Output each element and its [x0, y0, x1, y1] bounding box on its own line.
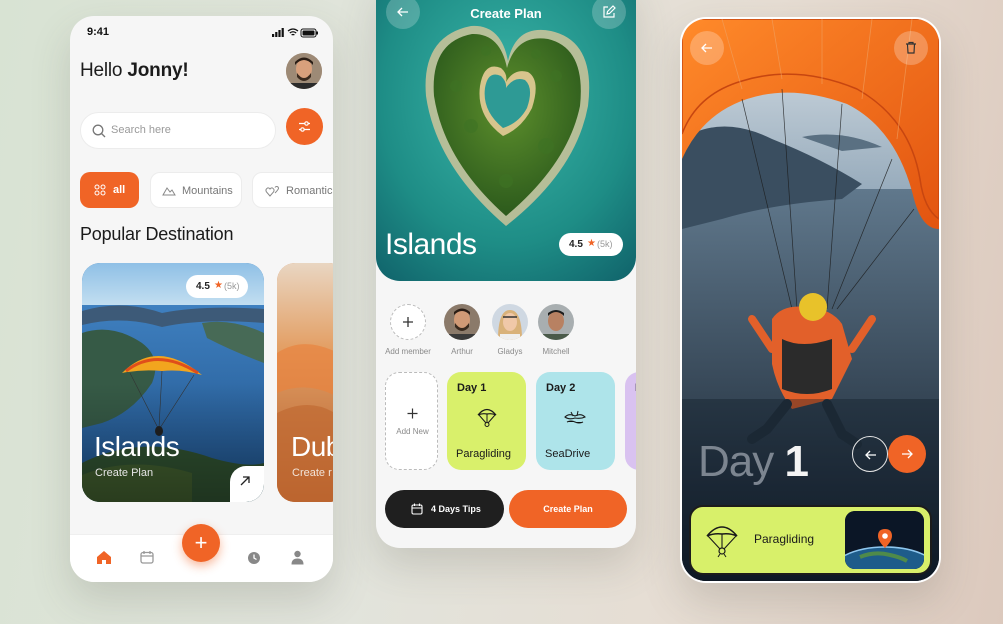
card-subtitle: Create r: [292, 467, 332, 479]
back-button[interactable]: [690, 31, 724, 65]
day-detail-screen: Day 1 Paragliding: [680, 17, 941, 583]
search-input[interactable]: Search here: [80, 112, 276, 149]
next-day-button[interactable]: [888, 435, 926, 473]
prev-day-button[interactable]: [852, 436, 888, 472]
trash-icon: [906, 41, 916, 54]
member-label: Add member: [385, 347, 431, 356]
calendar-icon: [411, 503, 423, 515]
star-icon: ★: [214, 280, 223, 291]
tips-button[interactable]: 4 Days Tips: [385, 490, 504, 528]
paraglider-image: [682, 19, 939, 581]
delete-button[interactable]: [894, 31, 928, 65]
hero-title: Islands: [385, 228, 477, 261]
plus-icon: [407, 408, 418, 419]
day-card-1[interactable]: Day 1 Paragliding: [447, 372, 526, 470]
home-screen: 9:41 Hello Jonny! Search here all Mounta…: [70, 16, 333, 582]
member-label: Mitchell: [542, 347, 570, 356]
globe-image: [845, 511, 924, 569]
arrow-right-icon: [902, 449, 913, 459]
home-icon[interactable]: [96, 550, 112, 565]
search-placeholder: Search here: [111, 124, 171, 136]
create-plan-button[interactable]: Create Plan: [509, 490, 627, 528]
rating-badge: 4.5 ★ (5k): [559, 233, 623, 256]
member-avatar-gladys[interactable]: [492, 304, 528, 340]
plus-icon: [403, 317, 413, 327]
clock-icon[interactable]: [247, 551, 261, 565]
chip-all[interactable]: all: [80, 172, 139, 208]
search-icon: [92, 124, 106, 138]
parachute-icon: [706, 526, 738, 558]
user-name: Jonny!: [127, 60, 189, 81]
grid-icon: [94, 184, 106, 196]
paragliding-photo: Day 1 Paragliding: [682, 19, 939, 581]
add-day-button[interactable]: Add New: [385, 372, 438, 470]
day-card-2[interactable]: Day 2 SeaDrive: [536, 372, 615, 470]
add-plan-button[interactable]: +: [182, 524, 220, 562]
profile-icon[interactable]: [291, 550, 304, 565]
edit-icon: [603, 5, 616, 18]
create-plan-screen: Create Plan Islands 4.5 ★ (5k) Add member …: [376, 0, 636, 548]
mountain-icon: [162, 187, 176, 196]
avatar[interactable]: [286, 53, 322, 89]
arrow-up-right-icon: [240, 476, 250, 486]
diving-icon: [564, 410, 586, 424]
chip-romantic[interactable]: Romantic: [252, 172, 333, 208]
card-title: Dub: [291, 431, 333, 462]
section-title: Popular Destination: [80, 224, 234, 244]
calendar-icon[interactable]: [140, 550, 154, 564]
day-heading: Day 1: [698, 437, 809, 486]
greeting: Hello Jonny!: [80, 60, 189, 81]
sliders-icon: [299, 121, 310, 132]
destination-card-dubai[interactable]: Dub Create r: [277, 263, 333, 502]
plus-icon: +: [194, 530, 208, 555]
card-open-button[interactable]: [230, 466, 264, 502]
rating-badge: 4.5 ★ (5k): [186, 275, 248, 298]
arrow-left-icon: [701, 43, 712, 53]
parachute-icon: [477, 408, 497, 427]
arrow-left-icon: [865, 450, 876, 460]
activity-label: Paragliding: [754, 532, 815, 546]
card-title: Islands: [94, 431, 180, 462]
member-avatar-mitchell[interactable]: [538, 304, 574, 340]
star-icon: ★: [587, 238, 596, 249]
chip-mountains[interactable]: Mountains: [150, 172, 242, 208]
destination-card-islands[interactable]: 4.5 ★ (5k) Islands Create Plan: [82, 263, 264, 502]
status-icons: [272, 27, 320, 38]
day-card-3[interactable]: D: [625, 372, 636, 470]
filter-button[interactable]: [286, 108, 323, 145]
member-avatar-arthur[interactable]: [444, 304, 480, 340]
activity-card[interactable]: Paragliding: [689, 505, 932, 575]
card-subtitle: Create Plan: [95, 467, 154, 479]
location-map[interactable]: [845, 511, 924, 569]
hearts-icon: [265, 185, 280, 197]
status-time: 9:41: [87, 26, 110, 38]
add-member-button[interactable]: [390, 304, 426, 340]
